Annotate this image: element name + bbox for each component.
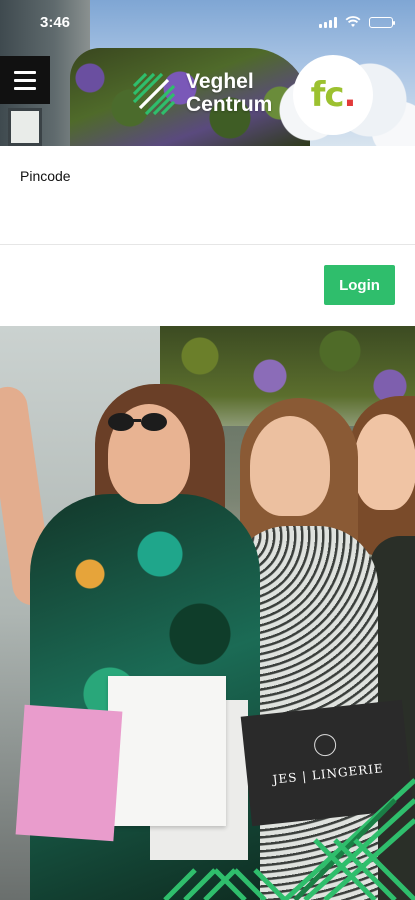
sunglasses-icon xyxy=(108,413,167,431)
menu-icon xyxy=(14,70,36,74)
bag-crest-icon xyxy=(313,733,338,758)
login-button[interactable]: Login xyxy=(324,265,395,305)
status-time: 3:46 xyxy=(40,14,71,31)
person-3-face xyxy=(354,414,415,510)
fc-badge-dot: . xyxy=(343,75,357,115)
header-banner: 3:46 Veghel Centrum fc. xyxy=(0,0,415,146)
fc-badge-text: fc xyxy=(310,75,345,115)
logo-mark-icon xyxy=(132,72,176,116)
wifi-icon xyxy=(345,16,361,27)
person-2-face xyxy=(250,416,330,516)
building-window xyxy=(8,108,42,146)
battery-icon xyxy=(369,16,395,28)
green-stripe-pattern xyxy=(163,778,415,900)
logo-line-1: Veghel xyxy=(186,70,254,93)
menu-button[interactable] xyxy=(0,56,50,104)
form-divider xyxy=(0,244,415,245)
pincode-input[interactable] xyxy=(0,190,415,242)
signal-icon xyxy=(319,16,337,28)
promo-photo: JES | LINGERIE xyxy=(0,326,415,900)
logo-text: Veghel Centrum xyxy=(186,70,272,116)
status-bar: 3:46 xyxy=(0,0,415,44)
logo-line-2: Centrum xyxy=(186,93,273,116)
fc-badge-logo: fc. xyxy=(293,55,373,135)
status-icons xyxy=(319,16,395,28)
pincode-label: Pincode xyxy=(20,168,71,184)
